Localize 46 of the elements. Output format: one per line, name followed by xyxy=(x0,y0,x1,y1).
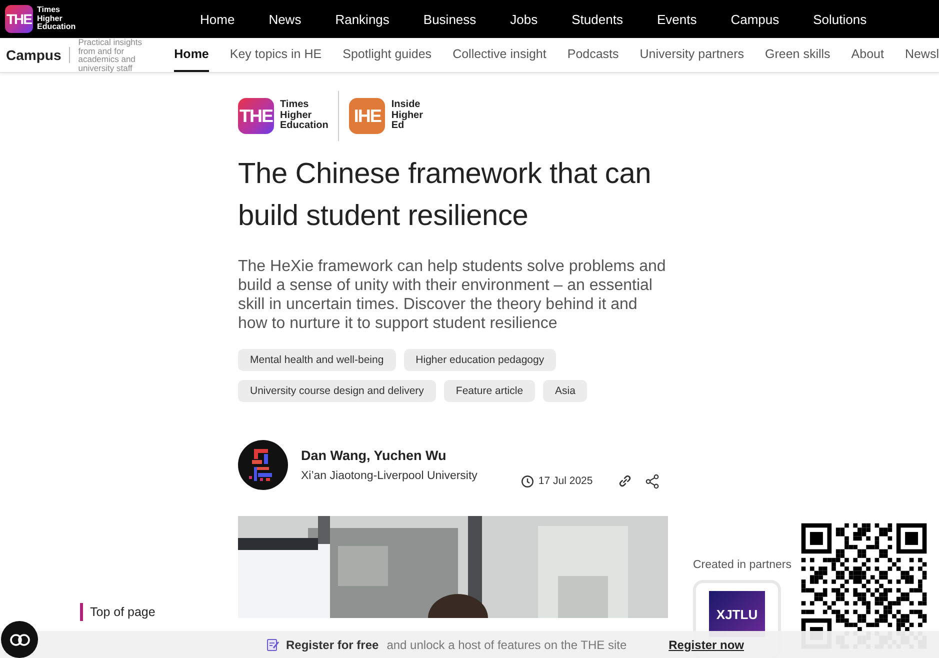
subnav-tab[interactable]: Newsl xyxy=(904,38,939,72)
register-title: Register for free xyxy=(286,638,379,652)
logo-mark: IHE xyxy=(349,98,386,134)
subnav-tab[interactable]: University partners xyxy=(640,38,744,72)
nav-link[interactable]: Business xyxy=(423,12,476,26)
the-logo-mark[interactable]: THE xyxy=(5,5,33,33)
accessibility-button[interactable] xyxy=(1,621,38,658)
nav-link[interactable]: Home xyxy=(200,12,235,26)
subnav-tab[interactable]: Green skills xyxy=(764,38,830,72)
nav-link[interactable]: Jobs xyxy=(510,12,538,26)
topic-tag[interactable]: University course design and delivery xyxy=(238,380,436,402)
topic-tag[interactable]: Mental health and well-being xyxy=(238,349,396,371)
subnav-tab[interactable]: Key topics in HE xyxy=(230,38,322,72)
link-icon[interactable] xyxy=(616,473,633,489)
subnav-tab[interactable]: Podcasts xyxy=(567,38,619,72)
clock-icon xyxy=(521,474,534,488)
publish-date: 17 Jul 2025 xyxy=(538,475,593,487)
logo-mark: THE xyxy=(238,98,274,134)
article-standfirst: The HeXie framework can help students solve problems and build a sense of unity with their environment – an essential skill in uncertain times. Discover the theory behind it and how to nurture it to support student resilience xyxy=(238,257,667,333)
nav-link[interactable]: Campus xyxy=(730,12,780,26)
article-title: The Chinese framework that can build student resilience xyxy=(238,157,652,234)
subnav-tab[interactable]: Spotlight guides xyxy=(342,38,432,72)
signup-form-icon xyxy=(266,638,280,652)
topic-tag[interactable]: Feature article xyxy=(444,380,536,402)
logo-name: Inside Higher Ed xyxy=(391,100,424,132)
topic-tag[interactable]: Asia xyxy=(543,380,588,402)
author-affiliation: Xi’an Jiaotong-Liverpool University xyxy=(301,470,478,482)
captions-icon xyxy=(10,634,30,646)
subnav-tab[interactable]: About xyxy=(851,38,884,72)
subnav-tab[interactable]: Home xyxy=(174,38,209,72)
section-tagline: Practical insights from and for academics and university staff xyxy=(78,38,144,72)
share-icon[interactable] xyxy=(644,474,660,488)
topic-tag[interactable]: Higher education pedagogy xyxy=(404,349,556,371)
nav-link[interactable]: Rankings xyxy=(335,12,390,26)
nav-link[interactable]: News xyxy=(268,12,302,26)
subnav-tab[interactable]: Collective insight xyxy=(452,38,546,72)
nav-link[interactable]: Solutions xyxy=(813,12,867,26)
nav-link[interactable]: Students xyxy=(572,12,623,26)
partner-heading: Created in partners xyxy=(693,559,792,571)
logo-name: Times Higher Education xyxy=(280,100,328,132)
nav-link[interactable]: Events xyxy=(656,12,697,26)
author-names[interactable]: Dan Wang, Yuchen Wu xyxy=(301,448,478,463)
section-title[interactable]: Campus xyxy=(0,47,70,63)
register-message: and unlock a host of features on the THE site xyxy=(386,638,627,652)
brand-name: Times Higher Education xyxy=(37,6,76,32)
author-avatar xyxy=(238,440,288,490)
